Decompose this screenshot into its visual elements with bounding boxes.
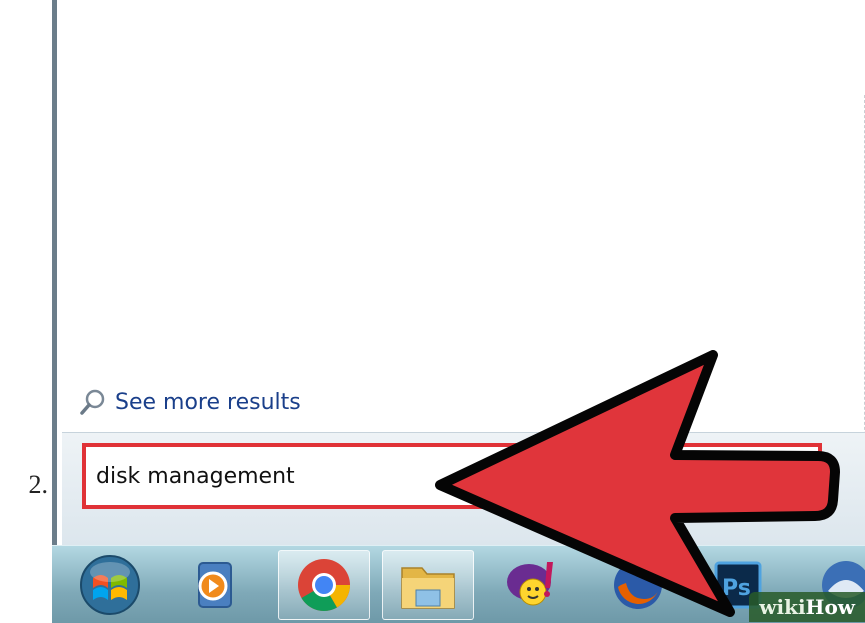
wikihow-watermark: wikiHow [749, 592, 865, 622]
search-icon [79, 388, 107, 416]
taskbar-media-player[interactable] [168, 550, 260, 620]
taskbar: Ps [52, 545, 865, 623]
firefox-icon [610, 557, 666, 613]
taskbar-yahoo-messenger[interactable] [488, 550, 580, 620]
see-more-results-label: See more results [115, 389, 301, 415]
start-button[interactable] [64, 550, 156, 620]
watermark-wiki: wiki [759, 595, 806, 619]
taskbar-explorer[interactable] [382, 550, 474, 620]
step-number: 2. [28, 470, 49, 499]
taskbar-firefox[interactable] [592, 550, 684, 620]
svg-text:Ps: Ps [722, 576, 751, 601]
windows-explorer-icon [398, 556, 458, 614]
search-panel: disk management [62, 432, 865, 546]
results-pane-edge [860, 95, 865, 455]
watermark-how: How [805, 595, 855, 619]
windows-media-player-icon [191, 559, 237, 611]
start-orb-icon [79, 554, 141, 616]
search-input[interactable]: disk management [82, 443, 822, 509]
search-input-value: disk management [96, 463, 295, 489]
see-more-results-link[interactable]: See more results [79, 388, 301, 416]
start-menu: See more results disk management [52, 0, 865, 546]
taskbar-chrome[interactable] [278, 550, 370, 620]
chrome-icon [296, 557, 352, 613]
yahoo-messenger-icon [503, 556, 565, 614]
